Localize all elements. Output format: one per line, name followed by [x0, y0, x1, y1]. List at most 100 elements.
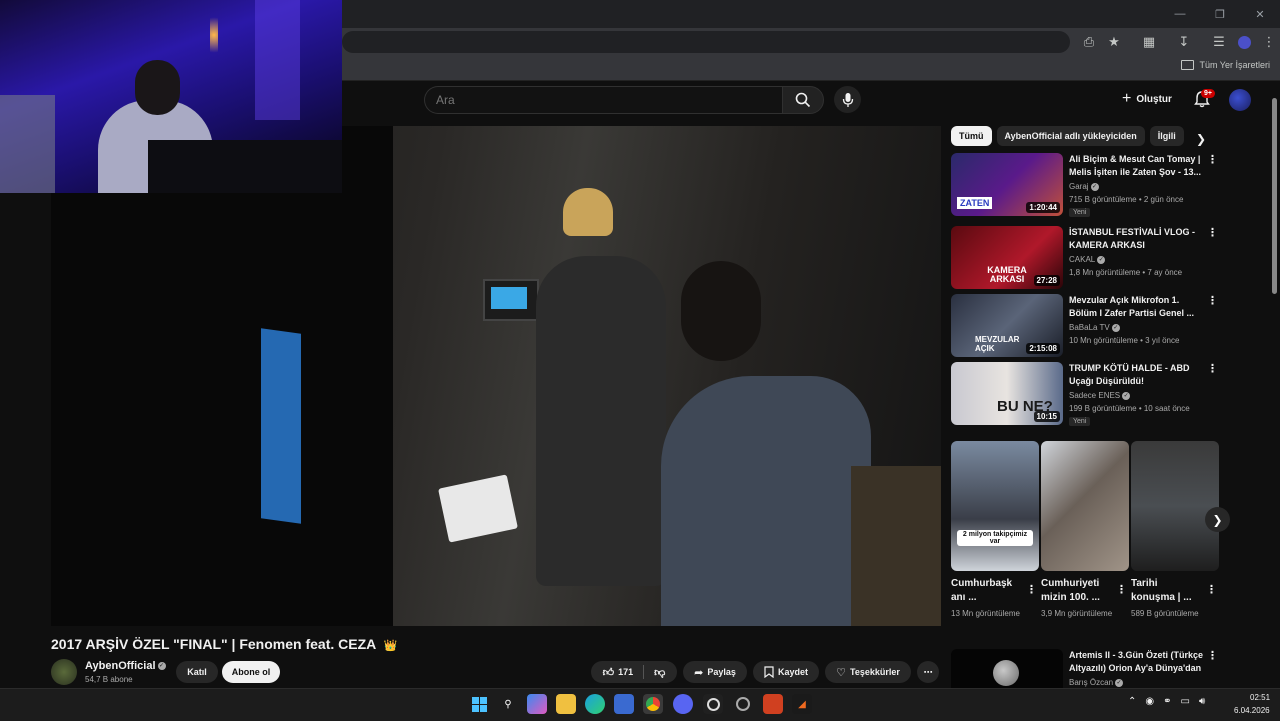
chip-from-uploader[interactable]: AybenOfficial adlı yükleyiciden: [996, 126, 1145, 146]
notifications-badge: 9+: [1201, 89, 1215, 98]
join-button[interactable]: Katıl: [176, 661, 218, 683]
channel-name[interactable]: AybenOfficial ✓: [85, 660, 166, 672]
file-explorer-icon[interactable]: [556, 694, 576, 714]
create-button[interactable]: + Oluştur: [1116, 88, 1178, 110]
more-vert-icon[interactable]: ⋮: [1206, 583, 1217, 596]
short-item[interactable]: Tarihi konuşma | ... 589 B görüntüleme ⋮: [1131, 441, 1219, 620]
discord-icon[interactable]: [673, 694, 693, 714]
launcher-icon[interactable]: ◢: [792, 694, 812, 714]
voice-search-button[interactable]: [834, 86, 861, 113]
clock-time[interactable]: 02:51: [1250, 693, 1270, 702]
save-label: Kaydet: [777, 667, 808, 677]
bookmark-star-icon[interactable]: ★: [1103, 31, 1125, 53]
channel-avatar[interactable]: [51, 659, 77, 685]
windows-taskbar: [0, 688, 1280, 721]
video-thumbnail: ZATEN 1:20:44: [951, 153, 1063, 216]
edge-icon[interactable]: [585, 694, 605, 714]
short-views: 3,9 Mn görüntüleme: [1041, 609, 1113, 618]
video-thumbnail: KAMERA ARKASI 27:28: [951, 226, 1063, 289]
search-box: [424, 86, 783, 114]
video-player[interactable]: [51, 126, 941, 626]
chevron-up-icon[interactable]: ⌃: [1128, 696, 1136, 707]
dislike-button[interactable]: 👎︎: [654, 666, 665, 679]
windows-start-icon[interactable]: [469, 694, 489, 714]
media-control-icon[interactable]: ☰: [1208, 31, 1230, 53]
install-app-icon[interactable]: ⎙: [1078, 31, 1100, 53]
video-person-hat: [563, 188, 613, 236]
restore-icon[interactable]: ❐: [1200, 0, 1240, 28]
more-vert-icon[interactable]: ⋮: [1207, 362, 1218, 375]
more-vert-icon[interactable]: ⋮: [1207, 226, 1218, 239]
save-button[interactable]: Kaydet: [753, 661, 819, 683]
short-title: Tarihi konuşma | ...: [1131, 578, 1192, 603]
short-item[interactable]: 2 milyon takipçimiz var Cumhurbaşk anı .…: [951, 441, 1039, 620]
video-wall-screen: [483, 279, 539, 321]
recommendation-item[interactable]: KAMERA ARKASI 27:28 İSTANBUL FESTİVALİ V…: [951, 226, 1221, 290]
profile-icon[interactable]: [1233, 31, 1255, 53]
video-title: 2017 ARŞİV ÖZEL "FINAL" | Fenomen feat. …: [51, 636, 397, 652]
copilot-icon[interactable]: [527, 694, 547, 714]
more-vert-icon[interactable]: ⋮: [1026, 583, 1037, 596]
recommendation-item[interactable]: ZATEN 1:20:44 Ali Biçim & Mesut Can Toma…: [951, 153, 1221, 217]
taskbar-search-icon[interactable]: ⚲: [498, 694, 518, 714]
webcam-chair: [0, 95, 55, 193]
short-thumbnail: [1131, 441, 1219, 571]
close-icon[interactable]: ✕: [1240, 0, 1280, 28]
app-icon[interactable]: [733, 694, 753, 714]
subscribe-button[interactable]: Abone ol: [222, 661, 280, 683]
more-vert-icon[interactable]: ⋮: [1116, 583, 1127, 596]
more-actions-button[interactable]: ⋯: [917, 661, 939, 683]
verified-icon: ✓: [1097, 255, 1106, 264]
verified-icon: ✓: [1090, 182, 1099, 191]
video-thumbnail: [951, 649, 1063, 688]
like-button[interactable]: 👍︎ 171: [603, 666, 634, 679]
recommendation-item[interactable]: MEVZULAR AÇIK 2:15:08 Mevzular Açık Mikr…: [951, 294, 1221, 358]
recommendation-meta: 10 Mn görüntüleme • 3 yıl önce: [1069, 336, 1180, 345]
webcam-curtain: [255, 0, 300, 120]
recommendation-channel: CAKAL ✓: [1069, 255, 1106, 264]
search-button[interactable]: [782, 86, 824, 114]
share-button[interactable]: ➦ Paylaş: [683, 661, 747, 683]
toolbar-icons: ⎙ ★ ▦ ↧ ☰ ⋮: [1078, 31, 1280, 53]
more-vert-icon[interactable]: ⋮: [1207, 649, 1218, 662]
recommendation-channel-name: Barış Özcan: [1069, 678, 1114, 687]
all-bookmarks-button[interactable]: Tüm Yer İşaretleri: [1181, 60, 1270, 70]
recommendation-item[interactable]: Artemis II - 3.Gün Özeti (Türkçe Altyazı…: [951, 649, 1221, 688]
microsoft-store-icon[interactable]: [614, 694, 634, 714]
omnibox[interactable]: [342, 31, 1070, 53]
chevron-right-icon[interactable]: ❯: [1196, 132, 1206, 146]
extensions-icon[interactable]: ▦: [1138, 31, 1160, 53]
volume-icon[interactable]: 🔊︎: [1199, 696, 1205, 707]
more-vert-icon[interactable]: ⋮: [1207, 294, 1218, 307]
short-item[interactable]: Cumhuriyeti mizin 100. ... 3,9 Mn görünt…: [1041, 441, 1129, 620]
clock-date[interactable]: 6.04.2026: [1234, 706, 1270, 715]
window-controls: — ❐ ✕: [1160, 0, 1280, 28]
network-icon[interactable]: ▭: [1181, 696, 1190, 707]
scrollbar-thumb[interactable]: [1272, 98, 1277, 294]
recommendation-title: Artemis II - 3.Gün Özeti (Türkçe Altyazı…: [1069, 650, 1204, 673]
verified-icon: ✓: [1115, 678, 1124, 687]
recommendation-channel-name: BaBaLa TV: [1069, 323, 1110, 332]
obs-icon[interactable]: [703, 694, 723, 714]
minimize-icon[interactable]: —: [1160, 0, 1200, 28]
video-person-head: [681, 261, 761, 361]
chip-related[interactable]: İlgili: [1149, 126, 1184, 146]
chrome-icon[interactable]: [643, 694, 663, 714]
chip-all[interactable]: Tümü: [951, 126, 992, 146]
webcam-monitor: [148, 140, 342, 193]
thanks-button[interactable]: ♡ Teşekkürler: [825, 661, 911, 683]
short-thumbnail: 2 milyon takipçimiz var: [951, 441, 1039, 571]
bookmark-icon: [764, 666, 774, 678]
download-icon[interactable]: ↧: [1173, 31, 1195, 53]
recommendation-channel-name: Garaj: [1069, 182, 1089, 191]
tray-mic-icon[interactable]: ⚭: [1163, 696, 1171, 707]
tray-discord-icon[interactable]: ◉: [1145, 696, 1154, 707]
menu-kebab-icon[interactable]: ⋮: [1258, 31, 1280, 53]
search-input[interactable]: [434, 87, 768, 113]
recommendation-item[interactable]: BU NE? 10:15 TRUMP KÖTÜ HALDE - ABD Uçağ…: [951, 362, 1221, 426]
shorts-next-button[interactable]: ❯: [1205, 507, 1230, 532]
more-vert-icon[interactable]: ⋮: [1207, 153, 1218, 166]
shield-app-icon[interactable]: [763, 694, 783, 714]
account-avatar[interactable]: [1229, 89, 1251, 111]
verified-icon: ✓: [1122, 391, 1131, 400]
